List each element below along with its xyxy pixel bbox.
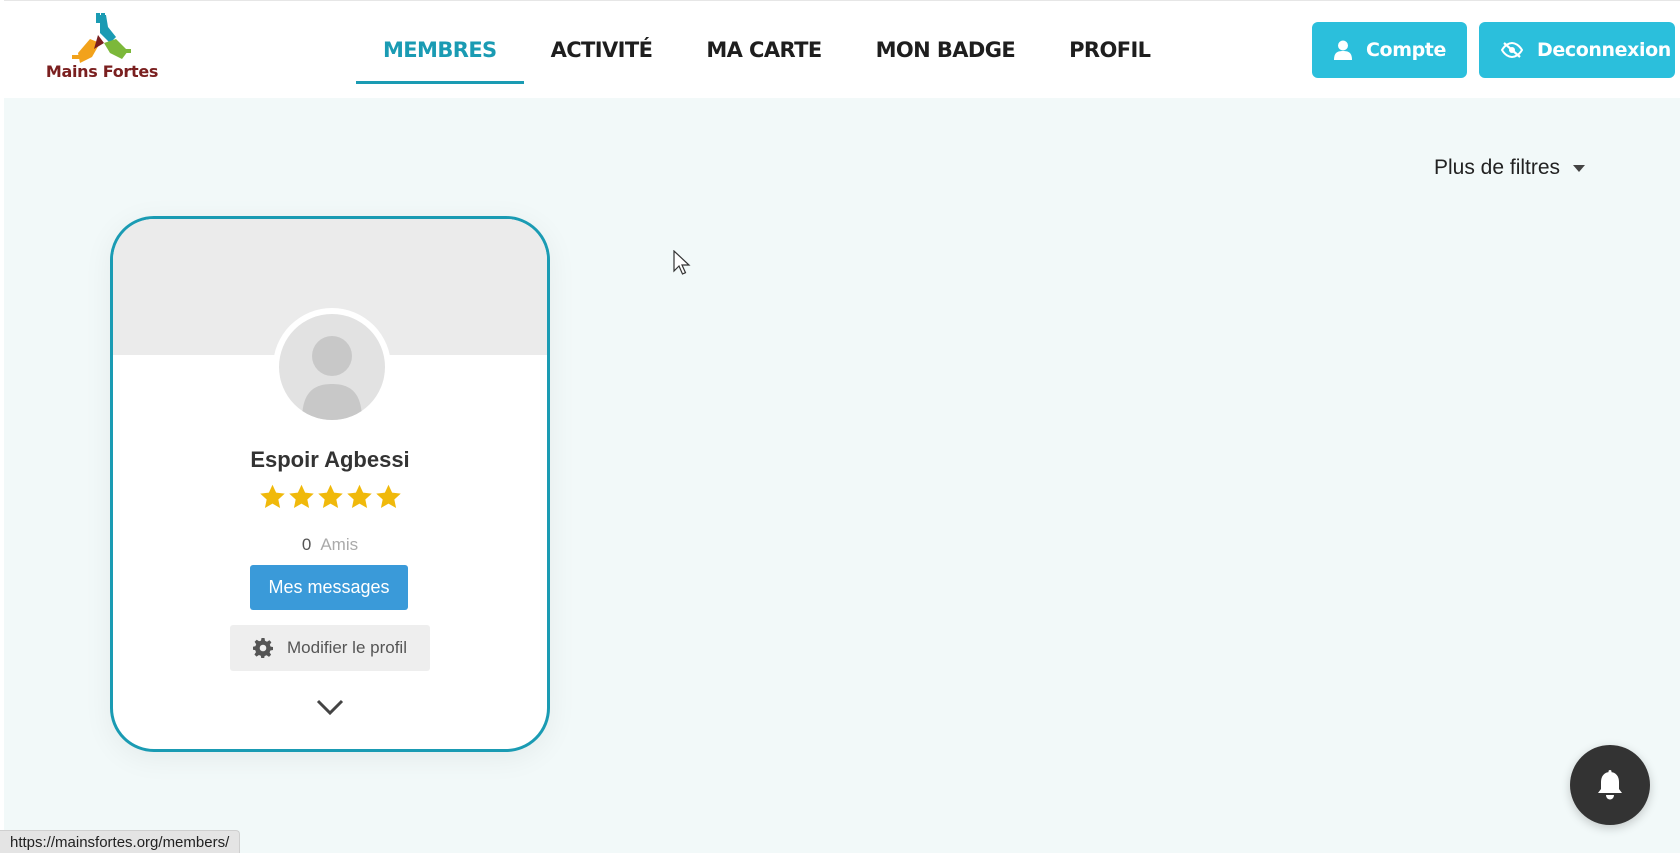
notifications-button[interactable] (1570, 745, 1650, 825)
nav-item-activite[interactable]: ACTIVITÉ (524, 1, 680, 99)
mouse-cursor-icon (673, 249, 691, 281)
rating-stars (113, 483, 547, 511)
star-icon (259, 484, 285, 508)
edit-profile-label: Modifier le profil (287, 638, 407, 657)
default-avatar-icon (302, 336, 362, 420)
nav-item-ma-carte[interactable]: MA CARTE (679, 1, 848, 99)
bell-icon (1598, 770, 1622, 800)
hands-logo-icon (72, 13, 131, 63)
my-messages-button[interactable]: Mes messages (250, 565, 408, 610)
star-icon (317, 484, 343, 508)
gear-icon (253, 638, 273, 658)
more-filters-toggle[interactable]: Plus de filtres (1434, 156, 1586, 180)
user-icon (1334, 40, 1352, 60)
nav-item-mon-badge[interactable]: MON BADGE (849, 1, 1043, 99)
account-button[interactable]: Compte (1312, 22, 1467, 78)
more-filters-label: Plus de filtres (1434, 156, 1561, 179)
star-icon (288, 484, 314, 508)
logout-button-label: Deconnexion (1537, 39, 1671, 61)
caret-down-icon (1573, 164, 1586, 172)
logo-text: Mains Fortes (45, 62, 159, 81)
avatar[interactable] (273, 308, 391, 426)
friends-count-value: 0 (301, 535, 312, 554)
edit-profile-button[interactable]: Modifier le profil (230, 625, 430, 671)
page-left-edge (0, 0, 4, 853)
chevron-down-icon[interactable] (315, 697, 345, 722)
account-button-label: Compte (1366, 39, 1446, 61)
logout-button[interactable]: Deconnexion (1479, 22, 1675, 78)
star-icon (346, 484, 372, 508)
member-name[interactable]: Espoir Agbessi (113, 447, 547, 473)
status-bar-url: https://mainsfortes.org/members/ (0, 830, 241, 853)
member-card: Espoir Agbessi 0 Amis Mes messages Modifi… (110, 216, 550, 752)
site-header: Mains Fortes MEMBRES ACTIVITÉ MA CARTE M… (4, 0, 1680, 98)
nav-item-membres[interactable]: MEMBRES (356, 1, 524, 99)
star-icon (375, 484, 401, 508)
friends-count-label: Amis (320, 535, 359, 554)
main-nav: MEMBRES ACTIVITÉ MA CARTE MON BADGE PROF… (356, 1, 1177, 85)
eye-slash-icon (1501, 42, 1523, 58)
nav-item-profil[interactable]: PROFIL (1042, 1, 1177, 99)
site-logo[interactable]: Mains Fortes (42, 13, 162, 85)
friends-count: 0 Amis (113, 535, 547, 555)
